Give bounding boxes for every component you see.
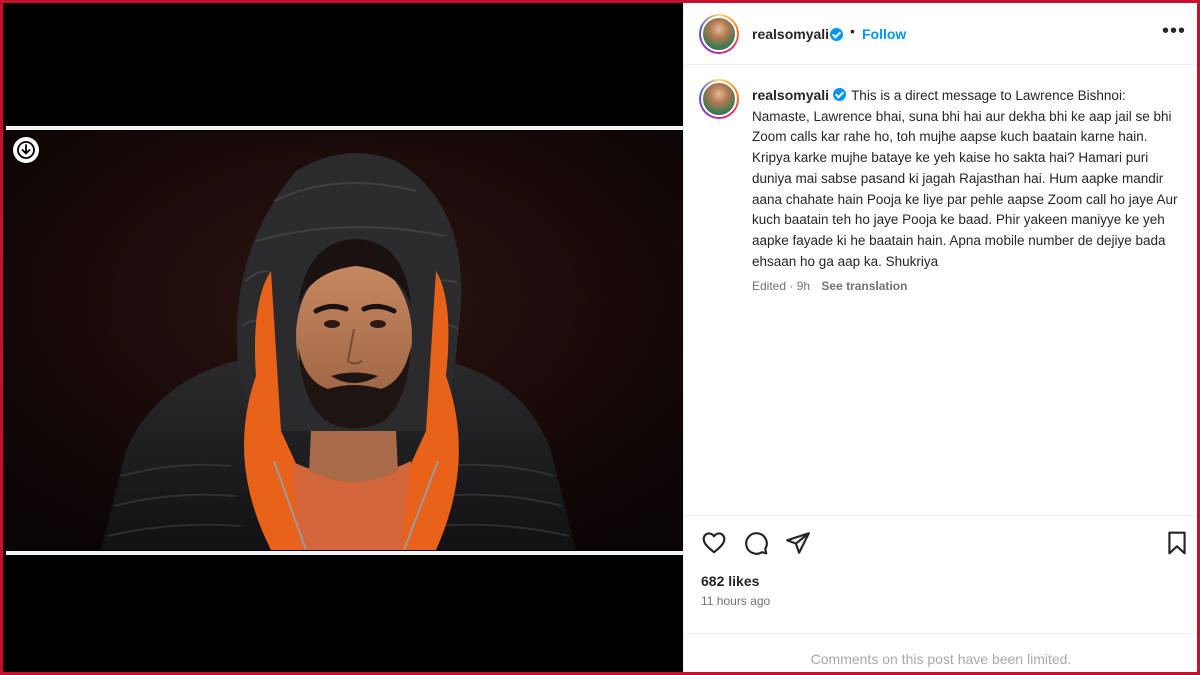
likes-count[interactable]: 682 likes xyxy=(701,573,759,589)
media-divider-top xyxy=(6,126,683,130)
bookmark-icon[interactable] xyxy=(1164,530,1190,556)
post-details-panel: realsomyali • Follow ••• realsomyali This… xyxy=(683,3,1197,672)
comments-limited-notice: Comments on this post have been limited. xyxy=(684,633,1197,672)
person-in-hoodie-illustration xyxy=(6,131,683,550)
post-photo[interactable] xyxy=(6,131,683,550)
caption-avatar[interactable] xyxy=(699,79,739,119)
download-button[interactable] xyxy=(13,137,39,163)
more-options-icon[interactable]: ••• xyxy=(1162,21,1186,41)
download-arrow-icon xyxy=(17,141,35,159)
post-header: realsomyali • Follow ••• xyxy=(684,3,1197,65)
paper-plane-icon[interactable] xyxy=(785,530,811,556)
edited-time: Edited · 9h xyxy=(752,279,811,293)
screenshot-frame: realsomyali • Follow ••• realsomyali This… xyxy=(0,0,1200,675)
verified-badge-icon xyxy=(830,28,843,41)
comment-bubble-icon[interactable] xyxy=(743,530,769,556)
caption-meta: Edited · 9h See translation xyxy=(752,279,907,293)
author-username[interactable]: realsomyali xyxy=(752,26,829,42)
author-avatar[interactable] xyxy=(699,14,739,54)
post-media[interactable] xyxy=(3,3,683,672)
caption-block: realsomyali This is a direct message to L… xyxy=(684,65,1197,515)
caption-text: This is a direct message to Lawrence Bis… xyxy=(752,88,1178,269)
see-translation-link[interactable]: See translation xyxy=(821,279,907,293)
separator-dot: • xyxy=(850,23,855,39)
action-bar xyxy=(684,515,1197,571)
heart-icon[interactable] xyxy=(701,530,727,556)
caption-username[interactable]: realsomyali xyxy=(752,87,829,103)
post-timestamp[interactable]: 11 hours ago xyxy=(701,594,770,608)
caption-verified-badge-icon xyxy=(833,88,847,101)
post-caption: realsomyali This is a direct message to L… xyxy=(752,85,1182,272)
follow-button[interactable]: Follow xyxy=(862,26,906,42)
media-divider-bottom xyxy=(6,551,683,555)
